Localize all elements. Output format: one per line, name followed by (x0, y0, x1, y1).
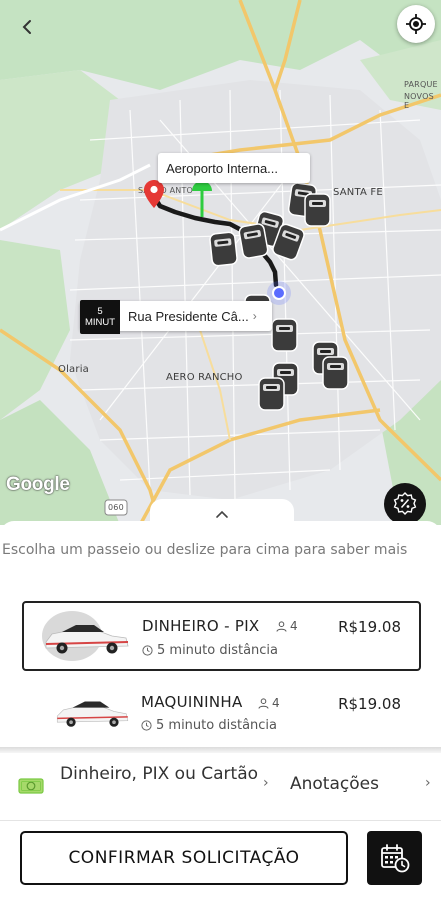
chevron-right-icon: › (425, 775, 431, 791)
calendar-clock-icon (380, 844, 409, 873)
car-marker-icon (271, 318, 298, 352)
my-location-button[interactable] (397, 5, 435, 43)
sheet-hint-text: Escolha um passeio ou deslize para cima … (2, 542, 408, 558)
google-logo: Google (6, 474, 70, 495)
cash-icon (18, 778, 44, 794)
notes-button[interactable]: Anotações (290, 774, 379, 794)
eta-unit: MINUT (84, 317, 116, 328)
pickup-callout-label: Aeroporto Interna... (166, 160, 279, 176)
map-label-aero-rancho: AERO RANCHO (166, 372, 243, 383)
pickup-pin-icon[interactable] (190, 179, 214, 219)
chevron-right-icon: › (252, 309, 257, 323)
clock-icon (142, 645, 153, 656)
car-marker-icon (322, 356, 349, 390)
ride-option-eta: 5 minuto distância (141, 718, 277, 733)
back-arrow-icon (22, 20, 31, 34)
map-label-santa-fe: SANTA FE (333, 187, 383, 198)
car-marker-icon (258, 377, 285, 411)
map-label-novos: NOVOS E (404, 92, 434, 110)
payment-row: Dinheiro, PIX ou Cartão › Anotações › (0, 753, 441, 821)
my-location-icon (406, 14, 426, 34)
payment-method-button[interactable]: Dinheiro, PIX ou Cartão (60, 761, 260, 788)
car-marker-icon (304, 193, 331, 227)
person-icon (258, 697, 269, 709)
back-button[interactable] (12, 12, 42, 42)
eta-number: 5 (97, 306, 103, 317)
map-view[interactable]: SANTA FE PARQUE NOVOS E Olaria AERO RANC… (0, 0, 441, 525)
chevron-up-icon (216, 510, 228, 518)
sheet-expand-handle[interactable] (150, 499, 294, 529)
confirm-request-button[interactable]: CONFIRMAR SOLICITAÇÃO (20, 831, 348, 885)
ride-option-eta-text: 5 minuto distância (156, 718, 278, 733)
person-icon (276, 620, 287, 632)
seat-count: 4 (276, 619, 298, 633)
seat-count-value: 4 (272, 696, 280, 710)
map-label-olaria: Olaria (58, 364, 89, 375)
seat-count-value: 4 (290, 619, 298, 633)
schedule-ride-button[interactable] (367, 831, 422, 885)
ride-option-price: R$19.08 (338, 618, 401, 636)
chevron-right-icon: › (263, 775, 269, 791)
pickup-callout[interactable]: Aeroporto Interna... (158, 153, 310, 183)
car-image (42, 611, 129, 661)
ride-option-dinheiro-pix[interactable]: DINHEIRO - PIX 4 R$19.08 5 minuto distân… (22, 601, 421, 671)
seat-count: 4 (258, 696, 280, 710)
map-label-parque: PARQUE (404, 80, 438, 89)
dropoff-callout[interactable]: 5 MINUT Rua Presidente Câ... › (80, 300, 272, 334)
car-marker-icon (238, 223, 269, 259)
dropoff-pin-icon[interactable] (144, 180, 164, 208)
promo-button[interactable] (384, 483, 426, 525)
eta-badge: 5 MINUT (80, 300, 120, 334)
dropoff-callout-label: Rua Presidente Câ... (128, 308, 249, 324)
ride-option-eta-text: 5 minuto distância (157, 643, 279, 658)
ride-option-eta: 5 minuto distância (142, 643, 278, 658)
car-marker-icon (209, 231, 238, 267)
ride-option-price: R$19.08 (338, 695, 401, 713)
ride-option-name: DINHEIRO - PIX (142, 617, 260, 635)
highway-shield: 060 (108, 503, 124, 512)
car-image (56, 701, 129, 727)
ride-option-maquininha[interactable]: MAQUININHA 4 R$19.08 5 minuto distância (22, 680, 421, 750)
clock-icon (141, 720, 152, 731)
ride-option-name: MAQUININHA (141, 693, 243, 711)
discount-percent-icon (393, 492, 417, 515)
